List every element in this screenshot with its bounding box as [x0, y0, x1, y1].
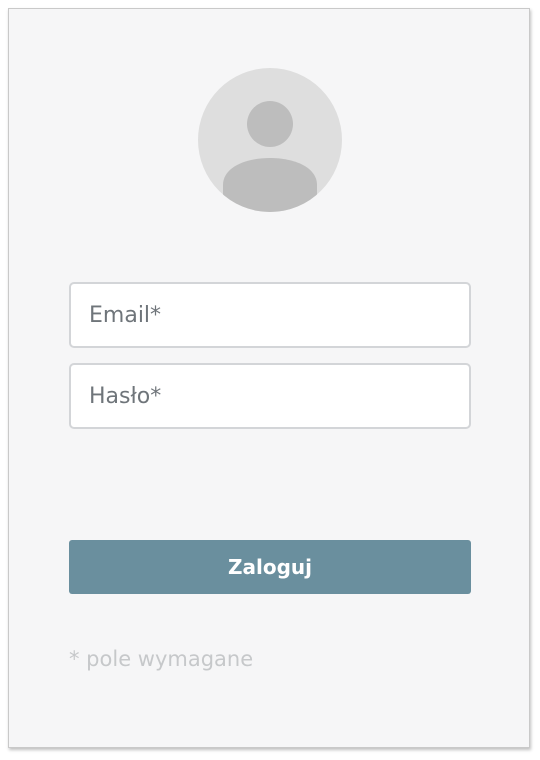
login-card: Zaloguj * pole wymagane — [8, 8, 530, 748]
user-avatar-icon — [198, 68, 342, 212]
login-button[interactable]: Zaloguj — [69, 540, 471, 594]
required-fields-note: * pole wymagane — [69, 647, 254, 671]
user-silhouette — [223, 101, 317, 212]
password-field[interactable] — [69, 363, 471, 429]
email-field[interactable] — [69, 282, 471, 348]
